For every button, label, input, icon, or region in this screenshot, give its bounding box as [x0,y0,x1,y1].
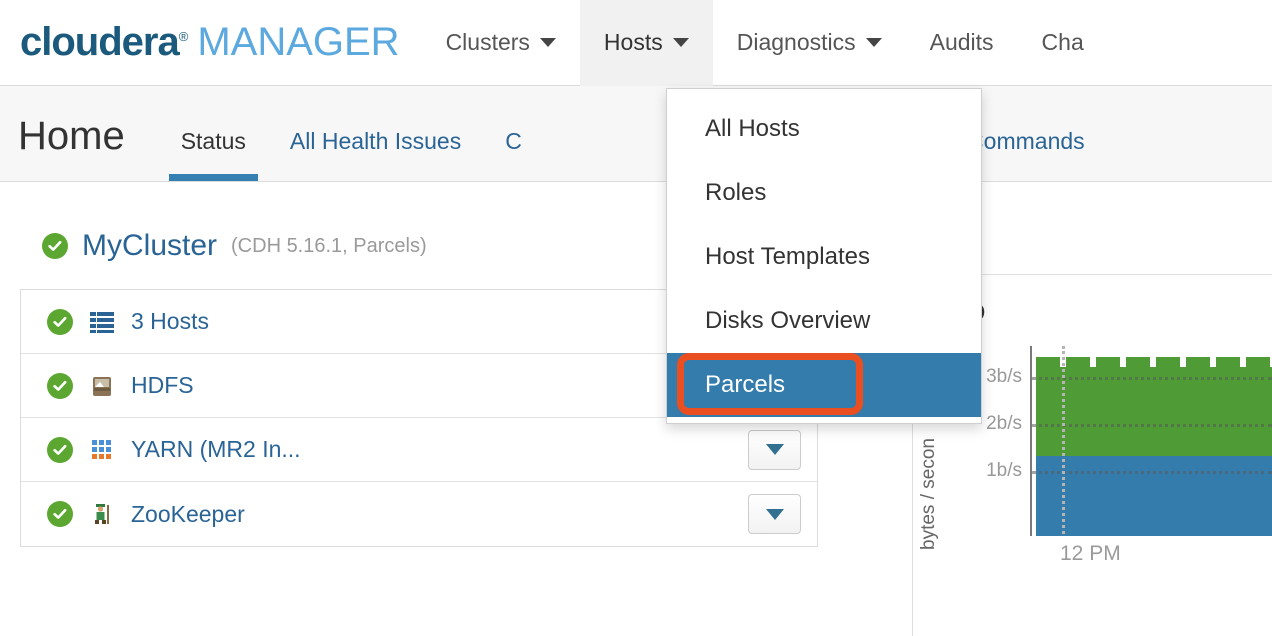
brand-product: MANAGER [197,20,400,64]
chart-gridline [1032,471,1272,474]
chevron-down-icon [672,38,689,47]
nav-item-hosts[interactable]: Hosts [579,0,713,86]
nav-item-label: Cha [1041,29,1084,55]
menu-item-host-templates[interactable]: Host Templates [667,225,981,289]
chevron-down-icon [539,38,556,47]
menu-item-all-hosts[interactable]: All Hosts [667,97,981,161]
tab-label: All Health Issues [289,128,462,154]
y-tick-label: 2b/s [986,413,1022,434]
chart-time-marker [1062,346,1065,536]
tab-configuration[interactable]: C [483,128,544,181]
hdfs-icon [89,373,115,399]
menu-item-label: Roles [705,179,767,206]
page-subheader: Home Status All Health Issues C All Rece… [0,86,1272,182]
menu-item-roles[interactable]: Roles [667,161,981,225]
service-name-link[interactable]: 3 Hosts [131,308,209,335]
service-info: ZooKeeper [47,501,748,528]
x-tick-label: 12 PM [1060,542,1121,565]
menu-item-label: Host Templates [705,243,870,270]
hosts-list-icon [89,309,115,335]
chevron-down-icon [765,508,784,520]
chart-gridline [1032,424,1272,427]
nav-item-label: Diagnostics [736,29,856,55]
nav-item-diagnostics[interactable]: Diagnostics [713,0,906,86]
menu-item-disks-overview[interactable]: Disks Overview [667,289,981,353]
brand-name: cloudera [20,20,180,64]
tab-label: Status [180,128,246,154]
cloudera-manager-logo[interactable]: cloudera ® MANAGER [20,20,400,65]
check-circle-icon [47,501,73,527]
yarn-icon [89,437,115,463]
nav-item-clusters[interactable]: Clusters [422,0,580,86]
cloudera-manager-page: cloudera ® MANAGER Clusters Hosts Diagno… [0,0,1272,636]
chart-series-blue [1036,456,1272,536]
nav-item-charts[interactable]: Cha [1018,0,1108,86]
table-row[interactable]: YARN (MR2 In... [21,418,817,482]
menu-item-parcels[interactable]: Parcels [667,353,981,417]
nav-item-label: Hosts [603,29,663,55]
top-navigation-bar: cloudera ® MANAGER Clusters Hosts Diagno… [0,0,1272,86]
hosts-dropdown-menu: All Hosts Roles Host Templates Disks Ove… [666,88,982,424]
y-tick-label: 1b/s [986,460,1022,481]
tab-label: C [505,128,522,154]
service-actions-dropdown[interactable] [748,494,801,534]
menu-item-label: All Hosts [705,115,800,142]
chevron-down-icon [765,444,784,455]
y-tick-label: 3b/s [986,366,1022,387]
table-row[interactable]: ZooKeeper [21,482,817,546]
series-edge-texture [1036,357,1272,367]
service-name-link[interactable]: YARN (MR2 In... [131,436,301,463]
service-info: HDFS [47,372,748,399]
service-info: YARN (MR2 In... [47,436,748,463]
service-name-link[interactable]: HDFS [131,372,194,399]
nav-item-label: Clusters [445,29,530,55]
menu-item-label: Disks Overview [705,307,871,334]
chart-plot-area [1030,346,1272,536]
check-circle-icon [42,233,68,259]
check-circle-icon [47,308,73,335]
registered-trademark-icon: ® [178,29,189,44]
chevron-down-icon [865,38,882,47]
zookeeper-icon [89,501,115,527]
cluster-version-label: (CDH 5.16.1, Parcels) [231,234,427,257]
check-circle-icon [47,436,73,463]
check-circle-icon [47,372,73,399]
service-name-link[interactable]: ZooKeeper [131,501,245,528]
cluster-name-link[interactable]: MyCluster [82,229,217,263]
tab-status[interactable]: Status [159,128,268,181]
menu-item-label: Parcels [705,371,786,398]
page-title: Home [18,114,125,158]
tab-all-health-issues[interactable]: All Health Issues [268,128,483,181]
nav-item-audits[interactable]: Audits [906,0,1018,86]
chart-gridline [1032,377,1272,380]
service-actions-dropdown[interactable] [748,429,801,470]
nav-items: Clusters Hosts Diagnostics Audits Cha [422,0,1108,86]
nav-item-label: Audits [929,29,994,55]
